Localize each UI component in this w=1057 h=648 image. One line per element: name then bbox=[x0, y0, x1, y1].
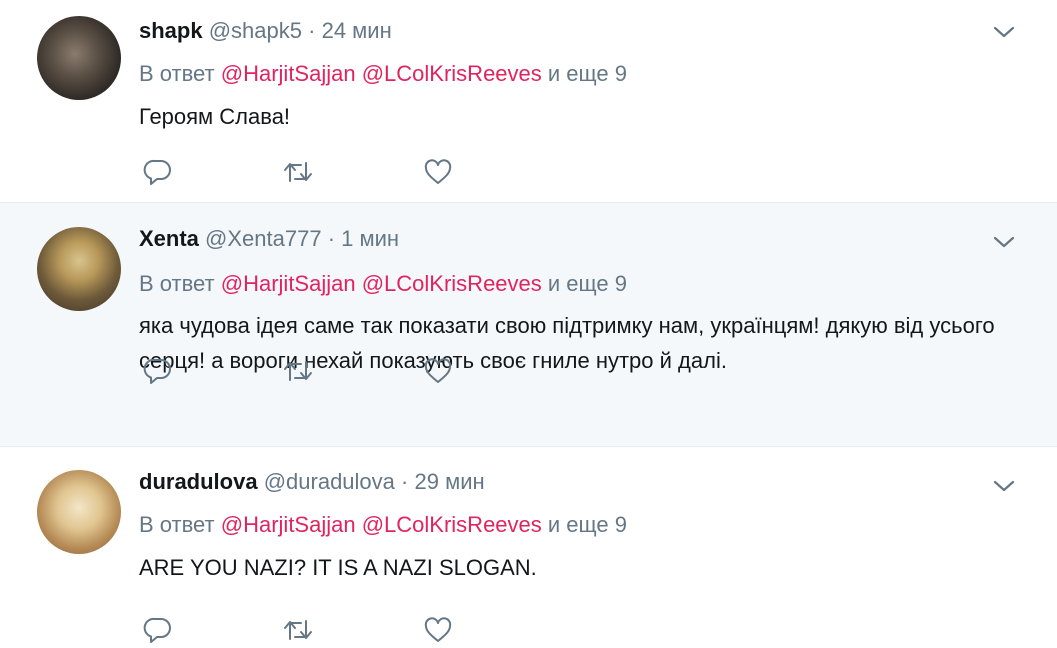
user-handle[interactable]: @duradulova bbox=[264, 469, 395, 494]
mention-link[interactable]: @LColKrisReeves bbox=[362, 61, 542, 86]
avatar[interactable] bbox=[37, 227, 121, 311]
reply-button[interactable] bbox=[139, 154, 177, 190]
retweet-button[interactable] bbox=[279, 612, 317, 648]
like-button[interactable] bbox=[419, 612, 457, 648]
mention-link[interactable]: @HarjitSajjan bbox=[221, 61, 356, 86]
retweet-icon bbox=[284, 620, 312, 640]
chevron-down-icon[interactable] bbox=[991, 19, 1017, 45]
separator-dot: · bbox=[401, 469, 409, 494]
chevron-down-icon[interactable] bbox=[991, 473, 1017, 499]
heart-icon bbox=[424, 159, 452, 184]
reply-more-link[interactable]: и еще 9 bbox=[548, 271, 627, 296]
reply-context: В ответ @HarjitSajjan @LColKrisReeves и … bbox=[139, 60, 627, 88]
tweet[interactable]: duradulova @duradulova · 29 мин В ответ … bbox=[0, 447, 1057, 648]
tweet[interactable]: Xenta @Xenta777 · 1 мин В ответ @HarjitS… bbox=[0, 203, 1057, 447]
timestamp[interactable]: 24 мин bbox=[322, 18, 392, 43]
retweet-button[interactable] bbox=[279, 353, 317, 389]
tweet-header: Xenta @Xenta777 · 1 мин bbox=[139, 225, 399, 253]
reply-icon bbox=[143, 358, 171, 384]
reply-icon bbox=[143, 617, 171, 643]
reply-more-link[interactable]: и еще 9 bbox=[548, 61, 627, 86]
separator-dot: · bbox=[327, 226, 336, 251]
user-handle[interactable]: @Xenta777 bbox=[205, 226, 322, 251]
retweet-button[interactable] bbox=[279, 154, 317, 190]
user-handle[interactable]: @shapk5 bbox=[209, 18, 302, 43]
separator-dot: · bbox=[308, 18, 316, 43]
like-button[interactable] bbox=[419, 154, 457, 190]
mention-link[interactable]: @LColKrisReeves bbox=[362, 512, 542, 537]
user-name[interactable]: shapk bbox=[139, 18, 203, 43]
reply-prefix: В ответ bbox=[139, 61, 215, 86]
user-name[interactable]: Xenta bbox=[139, 226, 199, 251]
heart-icon bbox=[424, 617, 452, 642]
chevron-down-icon[interactable] bbox=[991, 229, 1017, 255]
mention-link[interactable]: @HarjitSajjan bbox=[221, 512, 356, 537]
reply-prefix: В ответ bbox=[139, 512, 215, 537]
tweet-text: ARE YOU NAZI? IT IS A NAZI SLOGAN. bbox=[139, 555, 537, 580]
reply-icon bbox=[143, 159, 171, 185]
timestamp[interactable]: 29 мин bbox=[414, 469, 484, 494]
tweet-text: яка чудова ідея саме так показати свою п… bbox=[139, 313, 995, 373]
timestamp[interactable]: 1 мин bbox=[341, 226, 399, 251]
reply-button[interactable] bbox=[139, 612, 177, 648]
avatar[interactable] bbox=[37, 16, 121, 100]
avatar[interactable] bbox=[37, 470, 121, 554]
user-name[interactable]: duradulova bbox=[139, 469, 258, 494]
reply-button[interactable] bbox=[139, 353, 177, 389]
reply-prefix: В ответ bbox=[139, 271, 215, 296]
mention-link[interactable]: @HarjitSajjan bbox=[221, 271, 356, 296]
retweet-icon bbox=[284, 361, 312, 381]
heart-icon bbox=[424, 358, 452, 383]
like-button[interactable] bbox=[419, 353, 457, 389]
tweet[interactable]: shapk @shapk5 · 24 мин В ответ @HarjitSa… bbox=[0, 0, 1057, 203]
tweet-header: shapk @shapk5 · 24 мин bbox=[139, 17, 392, 45]
retweet-icon bbox=[284, 162, 312, 182]
tweet-header: duradulova @duradulova · 29 мин bbox=[139, 468, 485, 496]
reply-more-link[interactable]: и еще 9 bbox=[548, 512, 627, 537]
reply-context: В ответ @HarjitSajjan @LColKrisReeves и … bbox=[139, 511, 627, 539]
reply-context: В ответ @HarjitSajjan @LColKrisReeves и … bbox=[139, 270, 627, 298]
mention-link[interactable]: @LColKrisReeves bbox=[362, 271, 542, 296]
tweet-text: Героям Слава! bbox=[139, 104, 291, 129]
